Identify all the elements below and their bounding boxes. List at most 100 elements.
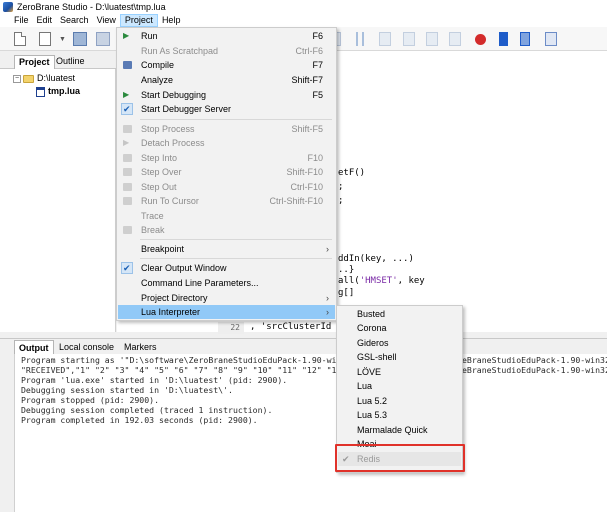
submenu-arrow-icon: › (326, 307, 329, 317)
zerobrane-app-icon (3, 1, 13, 12)
menu-item-stop-process[interactable]: Stop Process Shift-F5 (118, 122, 335, 136)
code-line: , 'srcClusterId (250, 322, 332, 332)
open-file-icon[interactable] (39, 32, 51, 46)
check-icon (121, 261, 133, 275)
folder-icon (23, 74, 34, 83)
output-line: Program stopped (pid: 2900). (21, 395, 160, 405)
menu-item-analyze[interactable]: Analyze Shift-F7 (118, 73, 335, 87)
menu-item-run-to-cursor[interactable]: Run To Cursor Ctrl-Shift-F10 (118, 194, 335, 208)
menu-item-project-directory[interactable]: Project Directory › (118, 291, 335, 305)
output-panel-tabs: Output Local console Markers (0, 338, 607, 355)
menu-item-step-over[interactable]: Step Over Shift-F10 (118, 165, 335, 179)
interpreter-gsl-shell[interactable]: GSL-shell (338, 350, 461, 364)
output-line: Debugging session started in 'D:\luatest… (21, 385, 233, 395)
step-over-icon[interactable] (403, 32, 415, 46)
folder-label: D:\luatest (37, 73, 76, 83)
interpreter-busted[interactable]: Busted (338, 307, 461, 321)
menu-separator (140, 119, 332, 120)
menu-item-lua-interpreter[interactable]: Lua Interpreter › (118, 305, 335, 319)
submenu-arrow-icon: › (326, 293, 329, 303)
pause-icon (123, 226, 132, 234)
menu-item-breakpoint[interactable]: Breakpoint › (118, 242, 335, 256)
collapse-icon[interactable]: − (13, 74, 21, 83)
run-to-cursor-icon[interactable] (449, 32, 461, 46)
code-line: etF() (338, 168, 366, 178)
menu-search[interactable]: Search (56, 14, 93, 27)
menu-item-detach-process[interactable]: Detach Process (118, 136, 335, 150)
project-tree: − D:\luatest tmp.lua (0, 69, 116, 332)
output-line-continuation: eBraneStudioEduPack-1.90-win32 (462, 365, 607, 375)
menu-file[interactable]: File (10, 14, 33, 27)
title-bar: ZeroBrane Studio - D:\luatest\tmp.lua (0, 0, 607, 13)
tab-project[interactable]: Project (14, 55, 55, 69)
menu-item-command-line-parameters[interactable]: Command Line Parameters... (118, 276, 335, 290)
run-icon (123, 29, 132, 43)
menu-edit[interactable]: Edit (33, 14, 57, 27)
step-out-icon[interactable] (426, 32, 438, 46)
debug-icon (123, 88, 132, 102)
menu-item-run-as-scratchpad[interactable]: Run As Scratchpad Ctrl-F6 (118, 44, 335, 58)
menu-item-clear-output-window[interactable]: Clear Output Window (118, 261, 335, 275)
interpreter-gideros[interactable]: Gideros (338, 336, 461, 350)
menu-project[interactable]: Project (119, 13, 158, 27)
tab-local-console[interactable]: Local console (55, 340, 118, 355)
dropdown-arrow-icon[interactable]: ▼ (59, 36, 66, 43)
detach-icon (123, 136, 132, 150)
new-file-icon[interactable] (14, 32, 26, 46)
interpreter-corona[interactable]: Corona (338, 321, 461, 335)
tree-folder-row[interactable]: − D:\luatest (13, 72, 75, 85)
project-menu: Run F6 Run As Scratchpad Ctrl-F6 Compile… (116, 27, 337, 321)
menu-help[interactable]: Help (158, 14, 185, 27)
interpreter-lua-5-2[interactable]: Lua 5.2 (338, 394, 461, 408)
menu-bar: File Edit Search View Project Help (0, 13, 607, 27)
menu-item-step-out[interactable]: Step Out Ctrl-F10 (118, 180, 335, 194)
bookmark-prev-icon[interactable] (545, 32, 557, 46)
code-line: ddIn(key, ...) (338, 254, 414, 264)
file-label: tmp.lua (48, 86, 81, 96)
run-to-cursor-icon (123, 197, 132, 205)
menu-item-run[interactable]: Run F6 (118, 29, 335, 43)
tab-output[interactable]: Output (14, 340, 54, 355)
output-line: Debugging session completed (traced 1 in… (21, 405, 273, 415)
output-line: "RECEIVED","1" "2" "3" "4" "5" "6" "7" "… (21, 365, 347, 375)
menu-item-trace[interactable]: Trace (118, 209, 335, 223)
interpreter-love[interactable]: LÖVE (338, 365, 461, 379)
output-line-continuation: eBraneStudioEduPack-1.90-win32 (462, 355, 607, 365)
tab-markers[interactable]: Markers (120, 340, 161, 355)
code-line: all('HMSET', key (338, 276, 425, 286)
bookmark-icon[interactable] (499, 32, 508, 46)
interpreter-marmalade-quick[interactable]: Marmalade Quick (338, 423, 461, 437)
step-into-icon[interactable] (379, 32, 391, 46)
output-area[interactable]: Program starting as '"D:\software\ZeroBr… (14, 354, 607, 512)
project-panel-tabs: Project Outline (0, 54, 116, 69)
menu-separator (140, 239, 332, 240)
breakpoint-icon[interactable] (475, 34, 486, 45)
menu-item-start-debugger-server[interactable]: Start Debugger Server (118, 102, 335, 116)
code-line: ; (338, 196, 344, 206)
code-line: ..} (338, 265, 355, 275)
pause-icon[interactable] (356, 32, 364, 46)
menu-view[interactable]: View (93, 14, 120, 27)
output-line: Program completed in 192.03 seconds (pid… (21, 415, 258, 425)
menu-item-compile[interactable]: Compile F7 (118, 58, 335, 72)
line-number: 22 (218, 322, 244, 334)
interpreter-lua[interactable]: Lua (338, 379, 461, 393)
lua-file-icon (36, 86, 45, 97)
interpreter-lua-5-3[interactable]: Lua 5.3 (338, 408, 461, 422)
menu-item-step-into[interactable]: Step Into F10 (118, 151, 335, 165)
stop-icon (123, 125, 132, 133)
save-all-icon[interactable] (96, 32, 110, 46)
menu-item-start-debugging[interactable]: Start Debugging F5 (118, 88, 335, 102)
save-icon[interactable] (73, 32, 87, 46)
menu-separator (140, 258, 332, 259)
code-line: ; (338, 182, 344, 192)
output-line: Program 'lua.exe' started in 'D:\luatest… (21, 375, 288, 385)
bookmark-next-icon[interactable] (520, 32, 530, 46)
highlight-annotation-box (335, 444, 465, 472)
code-line: g[] (338, 288, 355, 298)
step-over-icon (123, 168, 132, 176)
step-into-icon (123, 154, 132, 162)
tree-file-row[interactable]: tmp.lua (36, 85, 80, 98)
tab-outline[interactable]: Outline (52, 55, 89, 69)
menu-item-break[interactable]: Break (118, 223, 335, 237)
